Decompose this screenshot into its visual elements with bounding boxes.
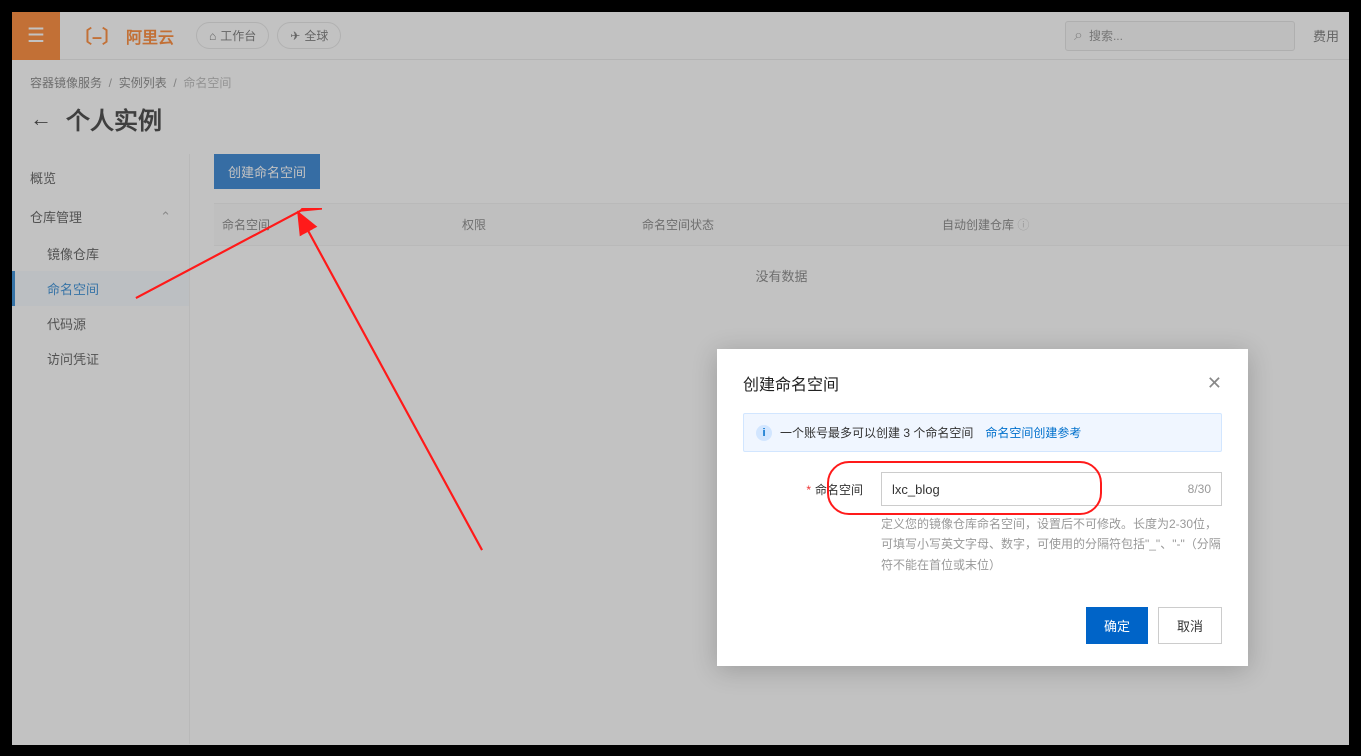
info-text: 一个账号最多可以创建 3 个命名空间 [780,424,973,441]
namespace-label: *命名空间 [743,472,863,498]
create-namespace-modal: 创建命名空间 ✕ i 一个账号最多可以创建 3 个命名空间 命名空间创建参考 *… [717,349,1248,666]
close-icon[interactable]: ✕ [1207,373,1222,394]
info-banner: i 一个账号最多可以创建 3 个命名空间 命名空间创建参考 [743,413,1222,452]
namespace-hint: 定义您的镜像仓库命名空间，设置后不可修改。长度为2-30位，可填写小写英文字母、… [881,514,1222,575]
namespace-input[interactable] [882,482,1178,497]
cancel-button[interactable]: 取消 [1158,607,1222,644]
info-link[interactable]: 命名空间创建参考 [985,424,1081,441]
modal-title: 创建命名空间 [743,371,839,395]
info-icon: i [756,425,772,441]
char-count: 8/30 [1178,482,1221,496]
namespace-label-text: 命名空间 [815,483,863,497]
confirm-button[interactable]: 确定 [1086,607,1148,644]
namespace-input-wrap: 8/30 [881,472,1222,506]
